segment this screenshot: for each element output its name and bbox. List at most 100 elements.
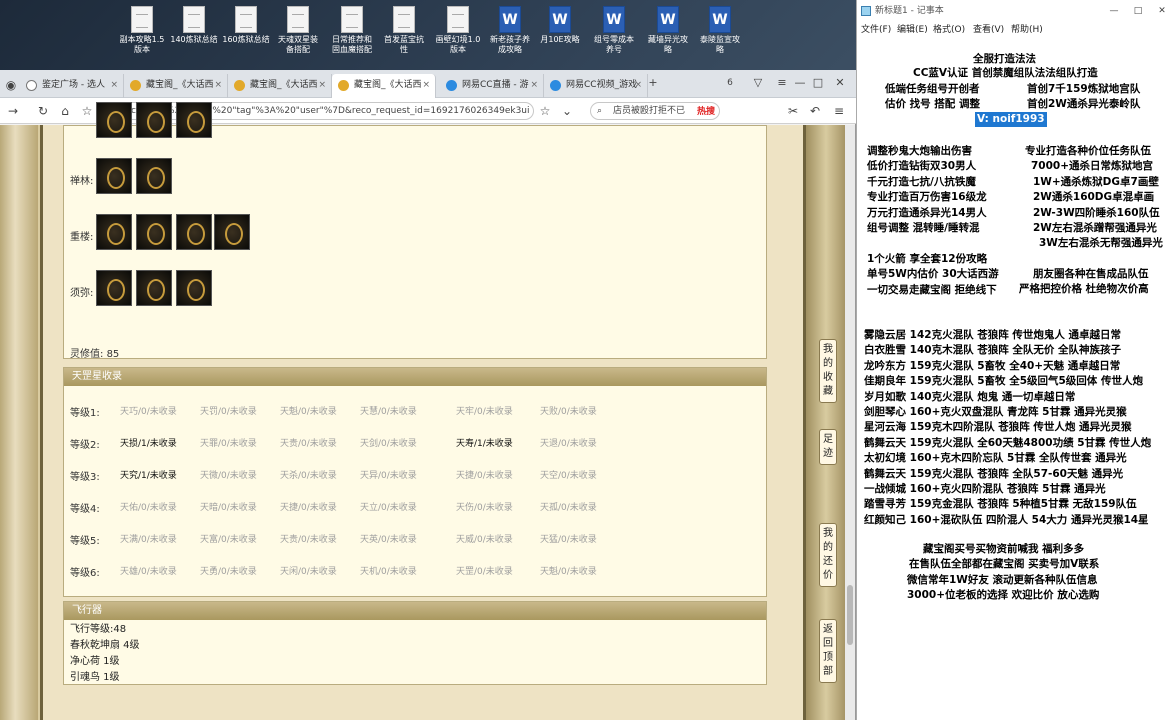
desktop-file-icon[interactable]: 天魂双星装 备搭配 xyxy=(272,6,324,55)
minimize-button[interactable]: — xyxy=(790,73,810,93)
tab-count-badge[interactable]: 6 xyxy=(720,73,740,93)
notepad-line: 7000+通杀日常炼狱地宫 xyxy=(1031,160,1154,173)
menu-file[interactable]: 文件(F) xyxy=(861,22,891,35)
reload-icon[interactable]: ↻ xyxy=(34,102,52,120)
text-document-icon xyxy=(447,6,469,33)
tab-close-icon[interactable]: × xyxy=(530,74,538,96)
favorite-star-icon[interactable]: ☆ xyxy=(536,102,554,120)
close-button[interactable]: ✕ xyxy=(830,73,850,93)
tab-close-icon[interactable]: × xyxy=(110,74,118,96)
home-icon[interactable]: ⌂ xyxy=(56,102,74,120)
row-label-chanlin: 禅林: xyxy=(70,176,94,187)
desktop-file-label: 组号零成本 xyxy=(594,35,634,44)
notepad-minimize-button[interactable]: — xyxy=(1103,0,1125,22)
scrollbar-thumb[interactable] xyxy=(847,585,853,645)
browser-tab[interactable]: 鉴定广场 - 选人 × xyxy=(20,74,124,98)
desktop-file-icon[interactable]: 140炼狱总结 xyxy=(168,6,220,45)
desktop-file-icon[interactable]: W 新老孩子养 成攻略 xyxy=(484,6,536,55)
desktop-file-label: 泰陵监宣攻 xyxy=(700,35,740,44)
desktop-file-icon[interactable]: 160炼狱总结 xyxy=(220,6,272,45)
shirt-icon[interactable]: ▽ xyxy=(748,73,768,93)
collection-cell: 天剑/0/未收录 xyxy=(360,439,417,449)
tiangang-collection-section: 天罡星收录 等级1: 天巧/0/未收录 天罚/0/未收录 天魁/0/未收录 天慧/0/未… xyxy=(63,367,767,597)
tab-strip: ◉ + 6 ▽ ≡ — □ ✕ 鉴定广场 - 选人 × 藏宝阁_《大话西 × 藏宝阁_《… xyxy=(0,70,856,98)
my-offers-button[interactable]: 我的还价 xyxy=(819,523,837,587)
equipment-item[interactable] xyxy=(136,214,172,250)
collection-cell: 天暗/0/未收录 xyxy=(200,503,257,513)
notepad-line: 千元打造七抗/八抗铁魔 xyxy=(867,175,976,188)
collection-cell: 天威/0/未收录 xyxy=(456,535,513,545)
search-input[interactable]: ⌕ 店员被殴打拒不已 热搜 xyxy=(590,102,720,120)
equipment-item[interactable] xyxy=(136,270,172,306)
footprint-button[interactable]: 足迹 xyxy=(819,429,837,465)
desktop-file-label: 固血魔搭配 xyxy=(332,45,372,54)
desktop-file-icon[interactable]: 首发蓝宝抗性 xyxy=(378,6,430,55)
menu-view[interactable]: 查看(V) xyxy=(973,22,1004,35)
equipment-item[interactable] xyxy=(176,270,212,306)
collection-cell: 天损/1/未收录 xyxy=(120,439,177,449)
page-scrollbar[interactable] xyxy=(845,125,855,720)
menu-icon[interactable]: ≡ xyxy=(772,73,792,93)
notepad-line: 白衣胜雪 140克木混队 苍狼阵 全队无价 全队神族孩子 xyxy=(864,344,1122,357)
desktop-file-label: 日常推荐和 xyxy=(332,35,372,44)
tab-close-icon[interactable]: × xyxy=(214,74,222,96)
equipment-item[interactable] xyxy=(176,102,212,138)
back-to-top-button[interactable]: 返回顶部 xyxy=(819,619,837,683)
notepad-text-area[interactable]: 全服打造法法 CC蓝V认证 首创禁魔组队法法组队打造 低端任务组号开创者 首创7千15… xyxy=(857,40,1172,720)
collection-cell: 天微/0/未收录 xyxy=(200,471,257,481)
browser-tab[interactable]: 藏宝阁_《大话西 × xyxy=(124,74,228,98)
browser-tab[interactable]: 藏宝阁_《大话西 × xyxy=(332,74,436,98)
equipment-item[interactable] xyxy=(214,214,250,250)
row-label-chonglou: 重楼: xyxy=(70,232,94,243)
desktop-file-icon[interactable]: W 藏墙异光攻略 xyxy=(642,6,694,55)
back-icon[interactable]: → xyxy=(4,102,22,120)
cut-icon[interactable]: ✂ xyxy=(784,102,802,120)
collection-cell: 天罪/0/未收录 xyxy=(200,439,257,449)
bookmark-star-icon[interactable]: ☆ xyxy=(78,102,96,120)
notepad-maximize-button[interactable]: □ xyxy=(1127,0,1149,22)
equipment-item[interactable] xyxy=(96,270,132,306)
equipment-item[interactable] xyxy=(96,102,132,138)
browser-logo-icon[interactable]: ◉ xyxy=(2,76,20,94)
equipment-item[interactable] xyxy=(176,214,212,250)
collection-cell: 天空/0/未收录 xyxy=(540,471,597,481)
equipment-item[interactable] xyxy=(136,158,172,194)
equipment-item[interactable] xyxy=(96,158,132,194)
text-document-icon xyxy=(235,6,257,33)
tab-close-icon[interactable]: × xyxy=(422,74,430,96)
desktop-file-icon[interactable]: 副本攻略1.5 版本 xyxy=(116,6,168,55)
desktop-file-label: 140炼狱总结 xyxy=(170,35,218,44)
browser-tab[interactable]: 网易CC直播 - 游 × xyxy=(440,74,544,98)
notepad-line: 在售队伍全部都在藏宝阁 买卖号加V联系 xyxy=(909,558,1100,571)
menu-edit[interactable]: 编辑(E) xyxy=(897,22,928,35)
desktop-file-icon[interactable]: W 月10E攻略 xyxy=(534,6,586,45)
dropdown-icon[interactable]: ⌄ xyxy=(558,102,576,120)
menu-format[interactable]: 格式(O) xyxy=(933,22,965,35)
tab-close-icon[interactable]: × xyxy=(634,74,642,96)
equipment-section: 禅林: 重楼: 须弥: 灵修值: 85 xyxy=(63,102,767,360)
menu-more-icon[interactable]: ≡ xyxy=(830,102,848,120)
maximize-button[interactable]: □ xyxy=(808,73,828,93)
notepad-line: 低价打造钻街双30男人 xyxy=(867,160,977,173)
notepad-close-button[interactable]: ✕ xyxy=(1151,0,1172,22)
text-document-icon xyxy=(341,6,363,33)
desktop-file-label: 性 xyxy=(400,45,408,54)
hot-search-badge: 热搜 xyxy=(696,107,715,117)
my-favorites-button[interactable]: 我的收藏 xyxy=(819,339,837,403)
cbg-favicon-icon xyxy=(338,80,349,91)
equipment-item[interactable] xyxy=(136,102,172,138)
desktop-file-icon[interactable]: W 组号零成本 养号 xyxy=(588,6,640,55)
text-document-icon xyxy=(131,6,153,33)
collection-cell: 天雄/0/未收录 xyxy=(120,567,177,577)
menu-help[interactable]: 帮助(H) xyxy=(1011,22,1043,35)
tab-close-icon[interactable]: × xyxy=(318,74,326,96)
browser-tab[interactable]: 网易CC视频_游戏 × xyxy=(544,74,648,98)
equipment-item[interactable] xyxy=(96,214,132,250)
undo-icon[interactable]: ↶ xyxy=(806,102,824,120)
browser-tab[interactable]: 藏宝阁_《大话西 × xyxy=(228,74,332,98)
collection-cell: 天捷/0/未收录 xyxy=(280,503,337,513)
cbg-favicon-icon xyxy=(130,80,141,91)
desktop-file-icon[interactable]: 日常推荐和 固血魔搭配 xyxy=(326,6,378,55)
desktop-file-icon[interactable]: W 泰陵监宣攻略 xyxy=(694,6,746,55)
desktop-file-icon[interactable]: 画壁幻境1.0 版本 xyxy=(432,6,484,55)
